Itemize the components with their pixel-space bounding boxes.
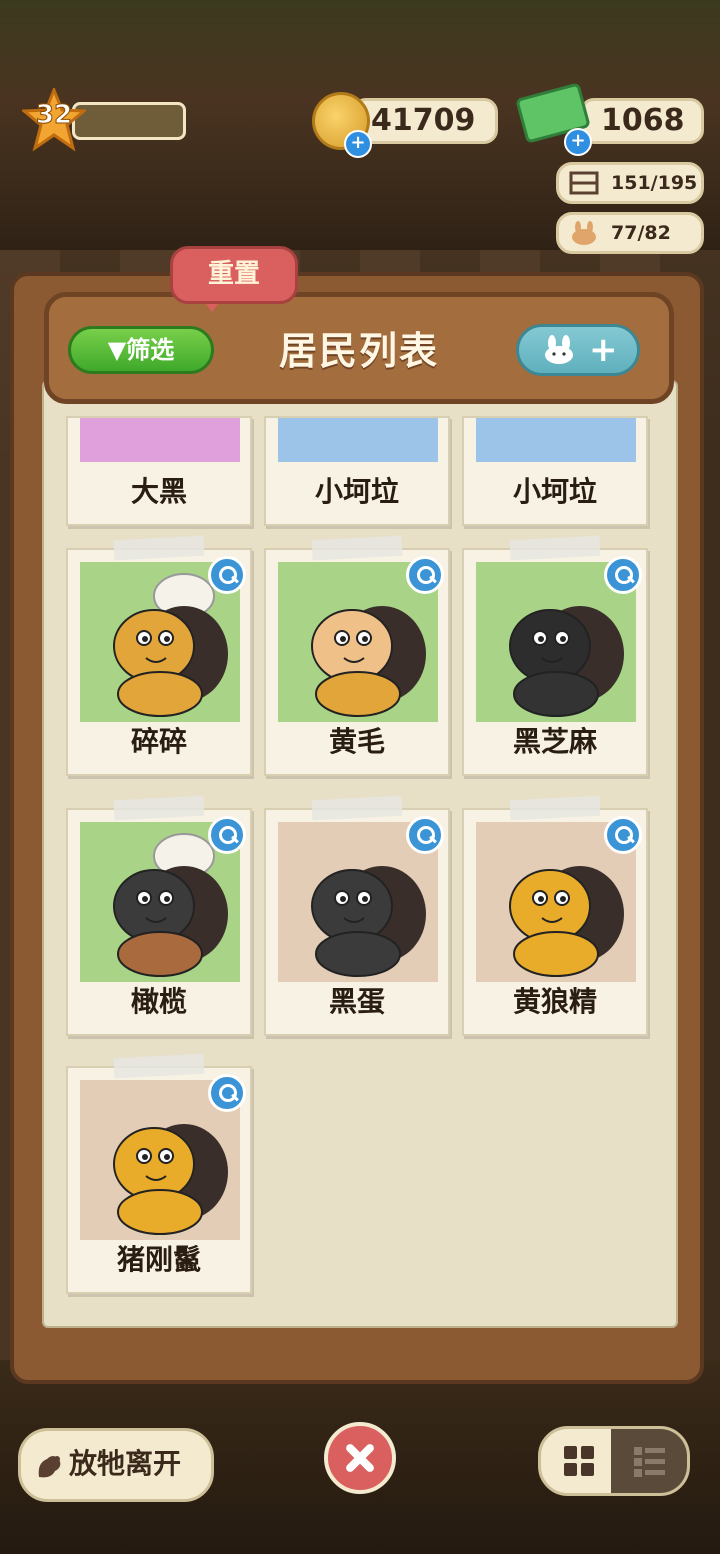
resident-name: 猪刚鬣 [116,1243,201,1276]
resident-card[interactable]: 小坷垃 [264,416,450,526]
cash-counter[interactable]: 1068 [580,98,704,144]
resident-card[interactable]: 碎碎 [66,535,252,776]
tape-decoration [509,535,601,561]
inspect-icon[interactable] [406,816,444,854]
resident-name: 小坷垃 [512,475,597,508]
resident-card[interactable]: 黄狼精 [462,795,648,1036]
resident-count-value: 77/82 [611,222,671,244]
tape-decoration [113,795,205,821]
resident-card[interactable]: 小坷垃 [462,416,648,526]
xp-bar [72,102,186,140]
resident-name: 黄狼精 [512,985,597,1018]
resident-card[interactable]: 猪刚鬣 [66,1053,252,1294]
add-resident-button[interactable]: + [516,324,640,376]
bunny-icon [545,335,573,364]
resident-name: 黑芝麻 [512,725,597,758]
cash-amount: 1068 [601,103,685,138]
resident-name: 小坷垃 [314,475,399,508]
tape-decoration [113,1053,205,1079]
resident-name: 黑蛋 [328,985,385,1018]
bunny-icon [572,221,596,245]
inspect-icon[interactable] [604,556,642,594]
level-number: 32 [35,100,73,131]
resident-name: 碎碎 [130,725,187,758]
tape-decoration [311,795,403,821]
filter-button[interactable]: ▼筛选 [68,326,214,374]
resident-portrait [80,418,240,462]
release-label: 放牠离开 [69,1447,182,1480]
resident-name: 黄毛 [328,725,385,758]
resident-card[interactable]: 黑蛋 [264,795,450,1036]
inspect-icon[interactable] [208,556,246,594]
inspect-icon[interactable] [406,556,444,594]
resident-card[interactable]: 黄毛 [264,535,450,776]
tape-decoration [311,535,403,561]
add-label: + [589,330,618,370]
coin-counter[interactable]: 41709 [352,98,498,144]
close-button[interactable] [324,1422,396,1494]
coin-amount: 41709 [371,103,476,138]
resident-card[interactable]: 黑芝麻 [462,535,648,776]
reset-button[interactable]: 重置 [170,246,298,304]
panel-title: 居民列表 [278,329,439,373]
resident-portrait [278,418,438,462]
release-button[interactable]: 放牠离开 [18,1428,214,1502]
capacity-counter: 151/195 [556,162,704,204]
view-toggle [538,1426,690,1496]
resident-name: 橄榄 [130,985,187,1018]
grid-view-icon[interactable] [563,1445,595,1477]
shelf-icon [569,171,599,195]
inspect-icon[interactable] [208,1074,246,1112]
resident-card[interactable]: 大黑 [66,416,252,526]
resident-portrait [476,418,636,462]
inspect-icon[interactable] [208,816,246,854]
capacity-value: 151/195 [611,172,698,194]
squirrel-icon [38,1456,61,1478]
inspect-icon[interactable] [604,816,642,854]
resident-card[interactable]: 橄榄 [66,795,252,1036]
tape-decoration [509,795,601,821]
tape-decoration [113,535,205,561]
resident-counter: 77/82 [556,212,704,254]
add-coins-icon[interactable]: + [344,130,372,158]
resident-name: 大黑 [130,475,187,508]
list-view-icon[interactable] [633,1445,667,1477]
add-cash-icon[interactable]: + [564,128,592,156]
